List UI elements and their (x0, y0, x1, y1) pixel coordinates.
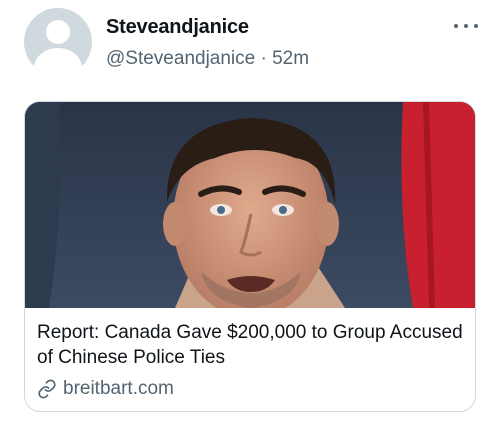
link-icon (38, 379, 56, 399)
more-dots-icon[interactable] (454, 16, 478, 36)
link-card-image (25, 102, 475, 308)
timestamp[interactable]: 52m (272, 48, 309, 69)
link-card-title[interactable]: Report: Canada Gave $200,000 to Group Ac… (37, 320, 467, 370)
display-name[interactable]: Steveandjanice (106, 16, 249, 39)
link-card-domain: breitbart.com (63, 378, 174, 399)
tweet-meta: @Steveandjanice · 52m (106, 48, 309, 70)
avatar-head-shape (46, 20, 70, 44)
avatar[interactable] (24, 8, 92, 76)
link-card[interactable]: Report: Canada Gave $200,000 to Group Ac… (24, 101, 476, 412)
separator-dot: · (260, 48, 267, 69)
handle[interactable]: @Steveandjanice (106, 48, 255, 69)
link-card-domain-row[interactable]: breitbart.com (37, 378, 174, 400)
avatar-body-shape (34, 48, 82, 76)
